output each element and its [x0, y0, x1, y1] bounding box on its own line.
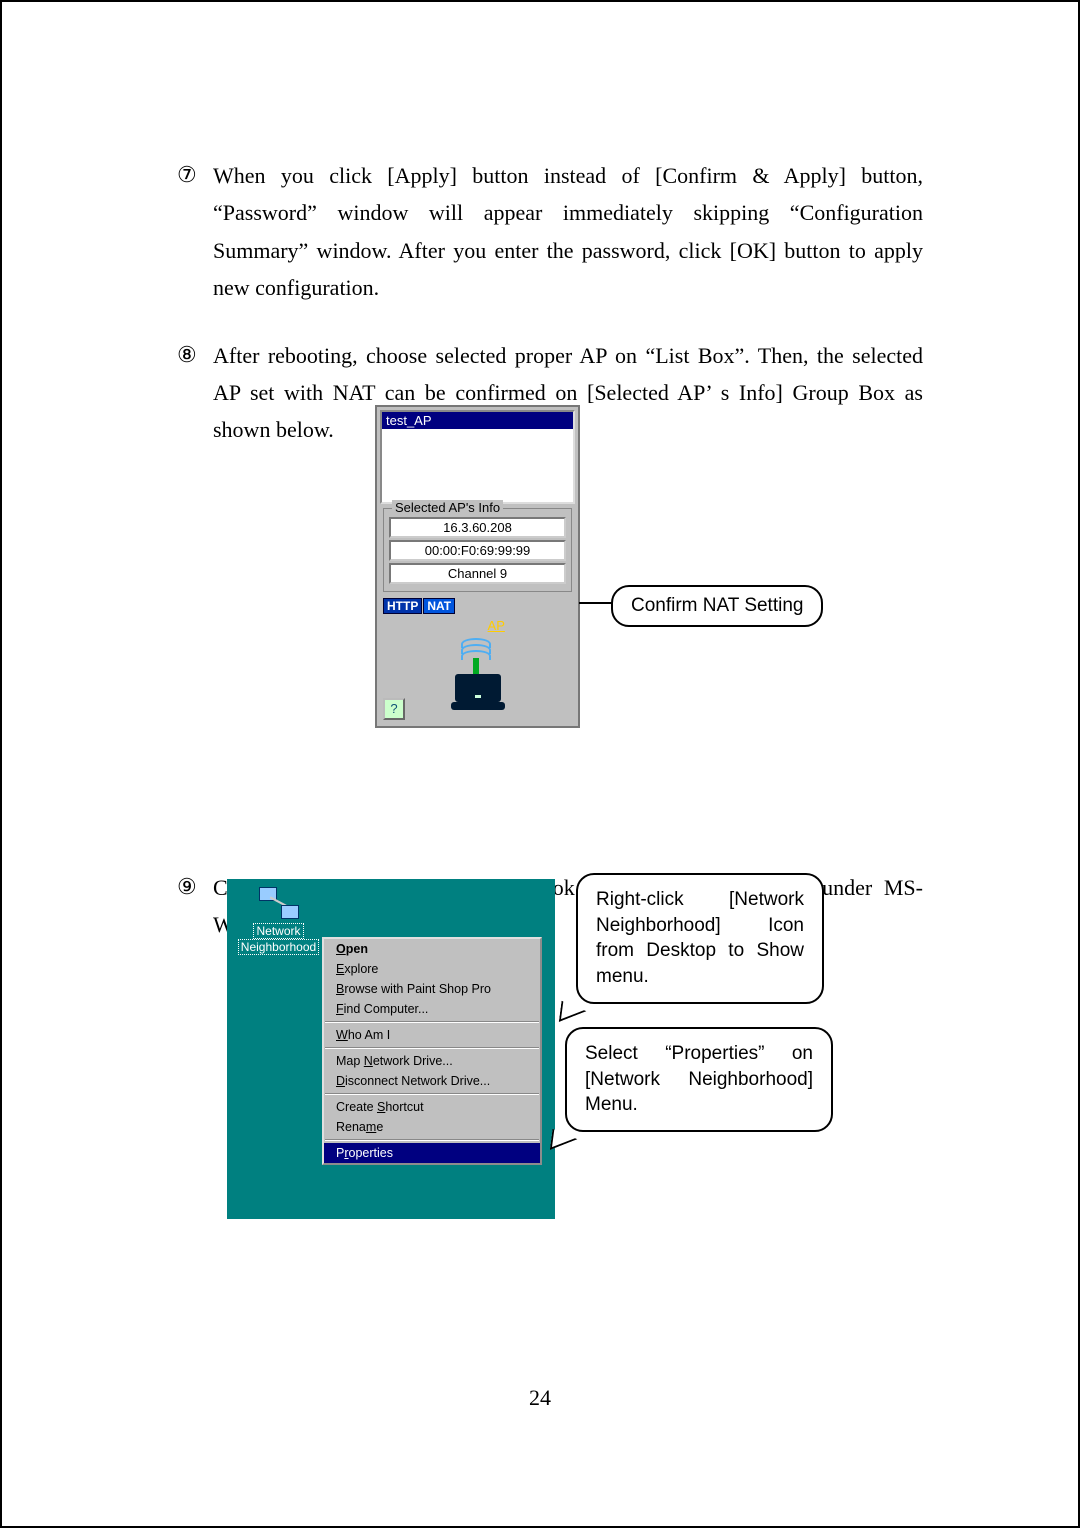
- menu-separator: [325, 1021, 539, 1023]
- page-number: 24: [57, 1385, 1023, 1411]
- nat-tag: NAT: [423, 598, 455, 614]
- callout-select-properties: Select “Properties” on [Network Neighbor…: [565, 1027, 833, 1132]
- context-menu: Open Explore Browse with Paint Shop Pro …: [322, 937, 542, 1165]
- menu-map-drive[interactable]: Map Network Drive...: [324, 1051, 540, 1071]
- ap-listbox[interactable]: test_AP: [380, 410, 575, 504]
- menu-browse[interactable]: Browse with Paint Shop Pro: [324, 979, 540, 999]
- help-icon[interactable]: ?: [383, 698, 405, 720]
- menu-disconnect-drive[interactable]: Disconnect Network Drive...: [324, 1071, 540, 1091]
- desktop-screenshot: Network Neighborhood Open Explore Browse…: [227, 879, 555, 1219]
- menu-properties[interactable]: Properties: [324, 1143, 540, 1163]
- menu-find[interactable]: Find Computer...: [324, 999, 540, 1019]
- ap-illustration: AP ?: [377, 616, 578, 726]
- ap-tags: HTTPNAT: [377, 596, 578, 616]
- icon-label-line2: Neighborhood: [238, 939, 319, 955]
- menu-separator: [325, 1047, 539, 1049]
- menu-separator: [325, 1093, 539, 1095]
- network-neighborhood-icon[interactable]: Network Neighborhood: [236, 887, 321, 955]
- group-title: Selected AP's Info: [392, 500, 503, 515]
- ap-mac-field: 00:00:F0:69:99:99: [389, 540, 566, 561]
- paragraph-7: When you click [Apply] button instead of…: [213, 157, 923, 307]
- ap-device-icon: [443, 640, 513, 710]
- menu-rename[interactable]: Rename: [324, 1117, 540, 1137]
- callout-text: Right-click [Network Neighborhood] Icon …: [596, 889, 804, 987]
- ap-info-panel: test_AP Selected AP's Info 16.3.60.208 0…: [375, 405, 580, 728]
- enum-9: ⑨: [177, 869, 213, 944]
- selected-ap-info-group: Selected AP's Info 16.3.60.208 00:00:F0:…: [383, 508, 572, 592]
- menu-explore[interactable]: Explore: [324, 959, 540, 979]
- ap-channel-field: Channel 9: [389, 563, 566, 584]
- menu-create-shortcut[interactable]: Create Shortcut: [324, 1097, 540, 1117]
- ap-listbox-item[interactable]: test_AP: [382, 412, 573, 429]
- callout-right-click: Right-click [Network Neighborhood] Icon …: [576, 873, 824, 1004]
- icon-label-line1: Network: [253, 923, 303, 939]
- list-item-7: ⑦ When you click [Apply] button instead …: [177, 157, 923, 307]
- menu-whoami[interactable]: Who Am I: [324, 1025, 540, 1045]
- enum-8: ⑧: [177, 337, 213, 449]
- ap-ip-field: 16.3.60.208: [389, 517, 566, 538]
- enum-7: ⑦: [177, 157, 213, 307]
- callout-confirm-nat: Confirm NAT Setting: [611, 585, 823, 627]
- callout-tail: [559, 989, 590, 1021]
- menu-open[interactable]: Open: [324, 939, 540, 959]
- menu-separator: [325, 1139, 539, 1141]
- page-frame: ⑦ When you click [Apply] button instead …: [57, 57, 1023, 1471]
- nn-icon-graphic: [259, 887, 299, 919]
- http-tag: HTTP: [383, 598, 422, 614]
- ap-label: AP: [488, 618, 505, 633]
- callout-text: Confirm NAT Setting: [631, 595, 803, 616]
- callout-text: Select “Properties” on [Network Neighbor…: [585, 1043, 813, 1115]
